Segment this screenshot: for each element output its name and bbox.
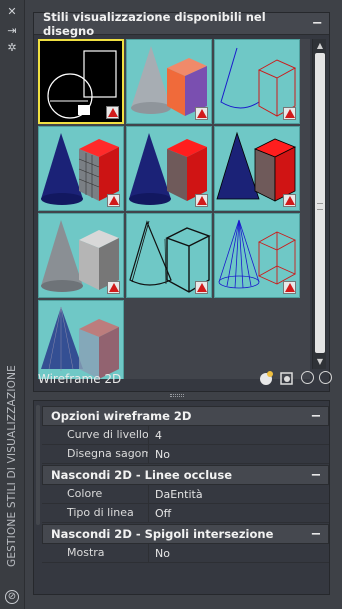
delete-style-icon[interactable] xyxy=(318,370,334,386)
properties-icon[interactable]: ✲ xyxy=(5,42,19,54)
autocad-badge-icon xyxy=(195,281,208,294)
style-thumbnail-grid xyxy=(38,39,310,379)
create-style-icon[interactable] xyxy=(258,370,274,386)
styles-panel-header[interactable]: Stili visualizzazione disponibili nel di… xyxy=(34,9,329,38)
palette-title: GESTIONE STILI DI VISUALIZZAZIONE xyxy=(6,365,18,567)
autohide-icon[interactable]: ⇥ xyxy=(5,25,19,37)
palette-side-strip: ✕ ⇥ ✲ GESTIONE STILI DI VISUALIZZAZIONE … xyxy=(0,0,25,609)
styles-panel-title: Stili visualizzazione disponibili nel di… xyxy=(43,9,266,38)
apply-to-viewport-icon[interactable] xyxy=(279,370,295,386)
property-row[interactable]: Curve di livello 4 xyxy=(42,426,329,445)
autocad-badge-icon xyxy=(106,106,119,119)
autocad-badge-icon xyxy=(283,281,296,294)
style-properties-panel: Opzioni wireframe 2D − Curve di livello … xyxy=(33,400,330,595)
properties-scroll-strip xyxy=(36,405,40,525)
collapse-icon[interactable]: − xyxy=(310,527,322,542)
thumbnail-shaded-edges[interactable] xyxy=(214,126,300,211)
panel-splitter[interactable] xyxy=(170,394,184,397)
autocad-badge-icon xyxy=(283,194,296,207)
autocad-badge-icon xyxy=(107,281,120,294)
thumbnail-wireframe[interactable] xyxy=(214,213,300,298)
scroll-thumb[interactable] xyxy=(315,53,325,353)
available-styles-panel: Stili visualizzazione disponibili nel di… xyxy=(33,9,332,392)
thumbnail-grayscale[interactable] xyxy=(38,213,124,298)
autocad-badge-icon xyxy=(107,194,120,207)
thumbnail-hidden[interactable] xyxy=(214,39,300,124)
thumbnail-xray[interactable] xyxy=(38,300,124,379)
autocad-badge-icon xyxy=(195,107,208,120)
section-hide-2d-intersection[interactable]: Nascondi 2D - Spigoli intersezione − xyxy=(42,524,329,544)
property-row[interactable]: Mostra No xyxy=(42,544,329,563)
thumbnail-sketchy[interactable] xyxy=(126,213,212,298)
section-wireframe-2d-options[interactable]: Opzioni wireframe 2D − xyxy=(42,406,329,426)
property-row[interactable]: Tipo di linea Off xyxy=(42,504,329,523)
collapse-icon[interactable]: − xyxy=(311,16,323,31)
export-tool-palette-icon[interactable] xyxy=(300,370,316,386)
thumbnail-shaded[interactable] xyxy=(126,126,212,211)
scroll-up-icon[interactable]: ▲ xyxy=(314,40,326,52)
thumbnail-conceptual[interactable] xyxy=(126,39,212,124)
thumbnail-realistic[interactable] xyxy=(38,126,124,211)
autocad-badge-icon xyxy=(283,107,296,120)
close-circle-icon[interactable]: ⊘ xyxy=(5,590,19,604)
section-hide-2d-occluded[interactable]: Nascondi 2D - Linee occluse − xyxy=(42,465,329,485)
scroll-down-icon[interactable]: ▼ xyxy=(314,356,326,368)
current-style-name: Wireframe 2D xyxy=(38,372,122,386)
close-palette-icon[interactable]: ✕ xyxy=(5,6,19,18)
property-row[interactable]: Disegna sagome... No xyxy=(42,445,329,464)
styles-vertical-scrollbar[interactable]: ▲ ▼ xyxy=(312,39,326,369)
property-row[interactable]: Colore DaEntità xyxy=(42,485,329,504)
thumbnail-wireframe-2d[interactable] xyxy=(38,39,124,124)
collapse-icon[interactable]: − xyxy=(310,468,322,483)
collapse-icon[interactable]: − xyxy=(310,409,322,424)
autocad-badge-icon xyxy=(195,194,208,207)
